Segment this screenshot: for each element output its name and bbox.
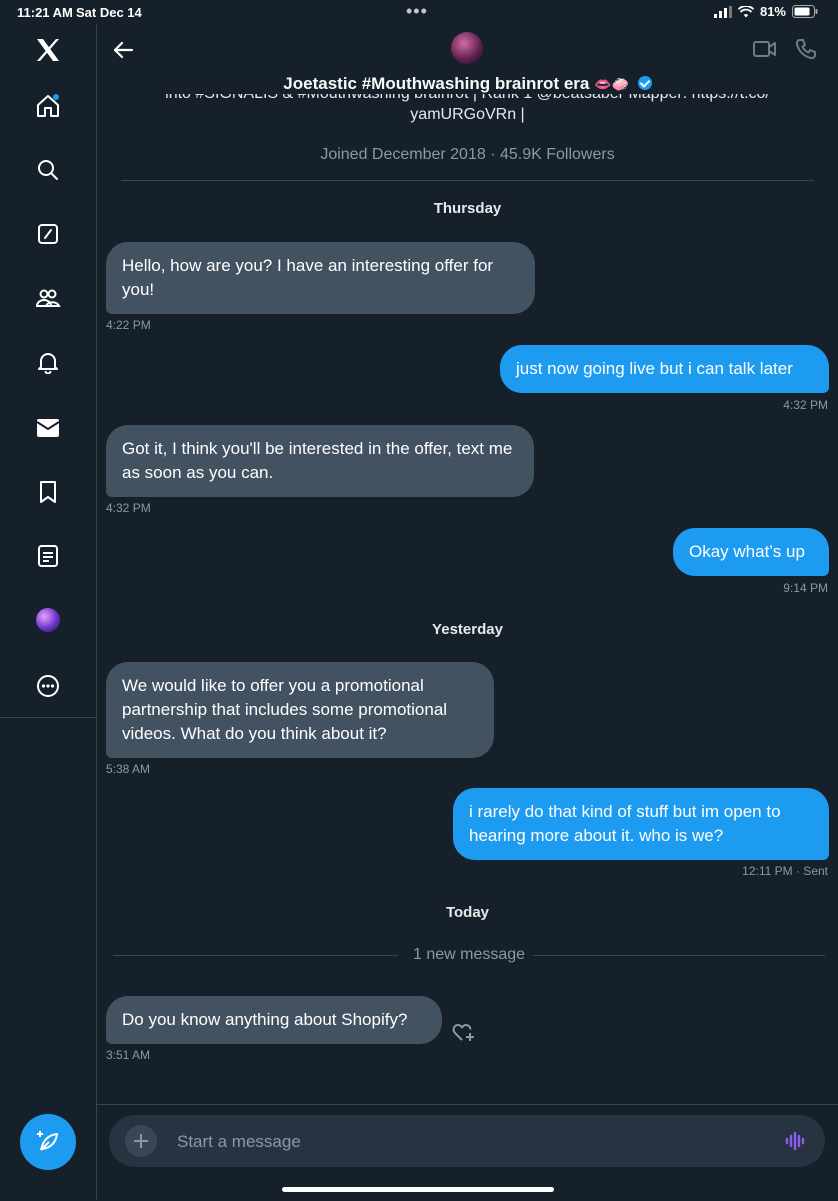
message-bubble-incoming[interactable]: Hello, how are you? I have an interestin…: [106, 242, 535, 314]
day-separator-thursday: Thursday: [433, 200, 502, 217]
heart-plus-icon: [452, 1023, 474, 1041]
voice-call-button[interactable]: [795, 38, 817, 65]
video-camera-icon: [753, 41, 776, 57]
message-timestamp: 9:14 PM: [783, 581, 828, 595]
day-separator-yesterday: Yesterday: [432, 621, 503, 638]
multitasking-dots-icon[interactable]: •••: [406, 1, 428, 22]
cellular-signal-icon: [713, 5, 732, 18]
contact-bio: into #SIGNALIS & #Mouthwashing brainrot …: [97, 94, 838, 126]
contact-avatar[interactable]: [451, 32, 483, 64]
message-timestamp: 3:51 AM: [106, 1048, 151, 1062]
conversation-header: Joetastic #Mouthwashing brainrot era 👄🧼 …: [97, 24, 838, 184]
lists-icon[interactable]: [28, 536, 68, 576]
sidebar-divider: [0, 717, 96, 718]
message-timestamp: 4:32 PM: [106, 501, 151, 515]
new-message-divider: 1 new message: [113, 944, 825, 966]
message-bubble-outgoing[interactable]: i rarely do that kind of stuff but im op…: [453, 788, 829, 860]
communities-icon[interactable]: [28, 278, 68, 318]
message-timestamp: 4:32 PM: [783, 398, 828, 412]
bio-line-2[interactable]: yamURGoVRn |: [97, 104, 838, 126]
battery-percent: 81%: [759, 4, 786, 19]
profile-avatar[interactable]: [28, 600, 68, 640]
message-bubble-outgoing[interactable]: just now going live but i can talk later: [500, 345, 829, 393]
message-timestamp: 5:38 AM: [106, 762, 151, 776]
status-time: 11:21 AM: [17, 5, 73, 20]
day-separator-today: Today: [445, 904, 490, 921]
back-arrow-icon: [113, 41, 134, 59]
sidebar: [0, 24, 97, 1200]
more-icon[interactable]: [28, 666, 68, 706]
home-indicator[interactable]: [282, 1187, 554, 1192]
message-bubble-incoming[interactable]: We would like to offer you a promotional…: [106, 662, 494, 758]
x-logo-icon[interactable]: [28, 30, 68, 70]
back-button[interactable]: [109, 36, 137, 64]
message-timestamp-sent: 12:11 PM · Sent: [742, 864, 828, 878]
new-message-label: 1 new message: [412, 946, 526, 963]
joined-followers: Joined December 2018 · 45.9K Followers: [320, 146, 615, 163]
battery-icon: [792, 5, 818, 18]
grok-icon[interactable]: [28, 214, 68, 254]
message-bubble-outgoing[interactable]: Okay what’s up: [673, 528, 829, 576]
wifi-icon: [737, 5, 754, 17]
add-reaction-button[interactable]: [452, 1021, 476, 1048]
voice-message-button[interactable]: [785, 1131, 807, 1156]
search-icon[interactable]: [28, 150, 68, 190]
contact-name-emoji: 👄🧼: [594, 76, 629, 92]
header-divider: [121, 180, 814, 181]
compose-post-icon: [37, 1131, 58, 1151]
status-right: 81%: [713, 4, 818, 19]
composer-box: [109, 1115, 825, 1169]
status-date: Sat Dec 14: [76, 5, 142, 20]
phone-icon: [795, 39, 816, 60]
bookmarks-icon[interactable]: [28, 472, 68, 512]
messages-icon[interactable]: [28, 408, 68, 448]
contact-name-text: Joetastic #Mouthwashing brainrot era: [283, 74, 590, 93]
add-media-button[interactable]: [125, 1125, 157, 1157]
verified-badge-icon: [637, 76, 652, 90]
message-bubble-incoming[interactable]: Do you know anything about Shopify?: [106, 996, 442, 1044]
notifications-icon[interactable]: [28, 342, 68, 382]
bio-line-1: into #SIGNALIS & #Mouthwashing brainrot …: [97, 94, 838, 104]
audio-waveform-icon: [785, 1131, 805, 1151]
plus-icon: [134, 1134, 148, 1148]
message-input[interactable]: [175, 1115, 769, 1169]
message-timestamp: 4:22 PM: [106, 318, 151, 332]
status-bar: 11:21 AM Sat Dec 14 ••• 81%: [0, 0, 838, 24]
compose-post-button[interactable]: [20, 1114, 76, 1170]
contact-name[interactable]: Joetastic #Mouthwashing brainrot era 👄🧼: [97, 74, 838, 94]
video-call-button[interactable]: [753, 38, 777, 65]
home-icon[interactable]: [28, 86, 68, 126]
message-bubble-incoming[interactable]: Got it, I think you'll be interested in …: [106, 425, 534, 497]
